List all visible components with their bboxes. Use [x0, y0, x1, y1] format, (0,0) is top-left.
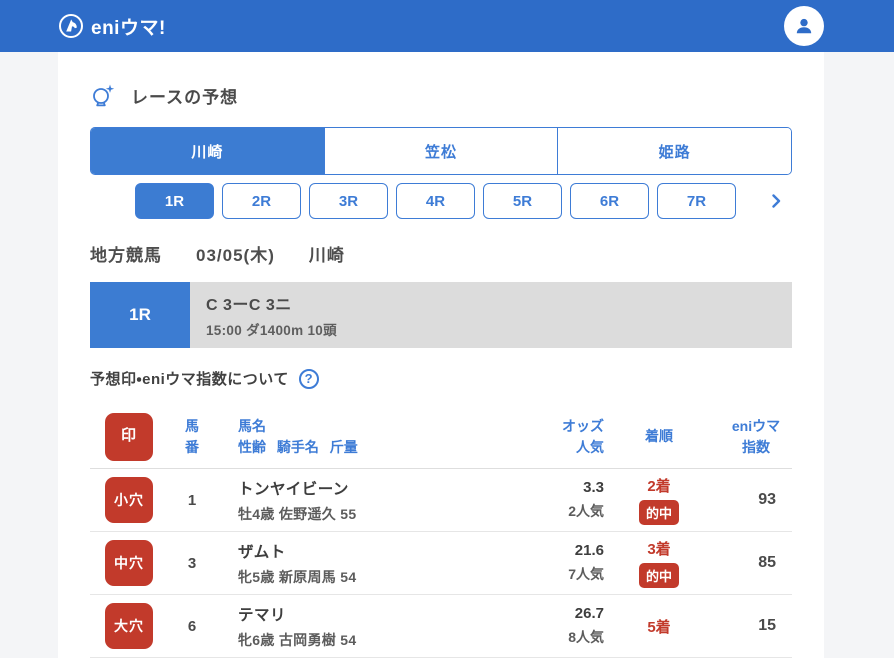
- section-header: レースの予想: [90, 82, 792, 109]
- horse-name: トンヤイビーン: [238, 480, 349, 498]
- page-title: レースの予想: [131, 88, 239, 107]
- horse-detail: 牝6歳 古岡勇樹 54: [238, 631, 357, 648]
- horse-name: ザムト: [238, 543, 286, 561]
- venue-tab-himeji[interactable]: 姫路: [557, 128, 791, 174]
- odds-value: 3.3: [583, 479, 604, 496]
- header-horse-number: 馬 番: [185, 417, 199, 455]
- race-tab-6r[interactable]: 6R: [570, 183, 649, 219]
- eniuma-index-value: 15: [758, 617, 776, 634]
- horse-number: 3: [187, 554, 197, 572]
- mark-header-badge: 印: [105, 412, 153, 461]
- hit-badge: 的中: [638, 500, 679, 525]
- popularity: 7人気: [568, 566, 604, 582]
- header-odds: オッズ 人気: [562, 417, 604, 455]
- avatar-button[interactable]: [784, 6, 824, 46]
- venue-tab-kasamatsu[interactable]: 笠松: [323, 128, 558, 174]
- popularity: 2人気: [568, 503, 604, 519]
- table-header-row: 印 馬 番 馬名 性齢 騎手名 斤量 オッズ 人気 着順 eniウマ 指数: [90, 405, 792, 469]
- main-card: レースの予想 川崎 笠松 姫路 1R 2R 3R 4R 5R 6R 7R 地方競…: [58, 52, 824, 658]
- race-tab-4r[interactable]: 4R: [396, 183, 475, 219]
- prediction-mark-badge: 中穴: [105, 540, 153, 586]
- crystal-ball-icon: [90, 82, 117, 109]
- race-description: C 3ーC 3ニ 15:00 ダ1400m 10頭: [190, 282, 792, 348]
- race-category: 地方競馬: [90, 246, 162, 265]
- race-number-badge: 1R: [90, 282, 190, 348]
- horse-number: 6: [187, 617, 197, 635]
- header-rank: 着順: [645, 428, 673, 444]
- venue-tabs: 川崎 笠松 姫路: [90, 127, 792, 175]
- table-row[interactable]: 小穴 1 トンヤイビーン 牡4歳 佐野遥久 55 3.3 2人気 2着 的中 9…: [90, 469, 792, 532]
- eniuma-index-value: 93: [758, 491, 776, 508]
- odds-value: 21.6: [574, 542, 604, 559]
- eniuma-index-value: 85: [758, 554, 776, 571]
- header-mark: 印: [90, 412, 168, 461]
- horse-name: テマリ: [238, 606, 287, 624]
- chevron-right-icon: [769, 194, 783, 208]
- popularity: 8人気: [568, 629, 604, 645]
- horse-logo-icon: [58, 13, 84, 39]
- table-row[interactable]: 中穴 3 ザムト 牝5歳 新原周馬 54 21.6 7人気 3着 的中 85: [90, 532, 792, 595]
- race-tab-1r[interactable]: 1R: [135, 183, 214, 219]
- race-tab-7r[interactable]: 7R: [657, 183, 736, 219]
- race-info-banner: 1R C 3ーC 3ニ 15:00 ダ1400m 10頭: [90, 282, 792, 348]
- user-icon: [793, 15, 815, 37]
- prediction-mark-badge: 大穴: [105, 603, 153, 649]
- odds-value: 26.7: [574, 605, 604, 622]
- finish-rank: 2着: [647, 478, 671, 495]
- navbar: eniウマ!: [0, 0, 894, 52]
- finish-rank: 3着: [647, 541, 671, 558]
- race-tab-5r[interactable]: 5R: [483, 183, 562, 219]
- horse-detail: 牡4歳 佐野遥久 55: [238, 505, 357, 522]
- prediction-mark-badge: 小穴: [105, 477, 153, 523]
- horse-number: 1: [187, 491, 197, 509]
- race-tab-3r[interactable]: 3R: [309, 183, 388, 219]
- race-venue: 川崎: [308, 246, 345, 265]
- table-row[interactable]: 大穴 6 テマリ 牝6歳 古岡勇樹 54 26.7 8人気 5着 15: [90, 595, 792, 658]
- about-index-link[interactable]: 予想印・eniウマ指数について ?: [90, 368, 792, 389]
- finish-rank: 5着: [647, 618, 671, 636]
- venue-tab-kawasaki[interactable]: 川崎: [91, 128, 324, 174]
- prediction-table: 印 馬 番 馬名 性齢 騎手名 斤量 オッズ 人気 着順 eniウマ 指数 小穴: [90, 405, 792, 658]
- header-horse-name: 馬名 性齢 騎手名 斤量: [238, 417, 358, 455]
- race-date: 03/05(木): [196, 246, 275, 265]
- race-meta: 地方競馬 03/05(木) 川崎: [90, 241, 792, 266]
- header-eniuma-index: eniウマ 指数: [731, 417, 781, 455]
- app-logo[interactable]: eniウマ!: [58, 13, 166, 40]
- horse-detail: 牝5歳 新原周馬 54: [238, 568, 357, 585]
- race-number-tabs: 1R 2R 3R 4R 5R 6R 7R: [90, 183, 792, 219]
- about-index-label: 予想印・eniウマ指数について: [90, 371, 289, 388]
- race-conditions: 15:00 ダ1400m 10頭: [206, 323, 337, 338]
- next-races-button[interactable]: [764, 189, 788, 213]
- logo-text: eniウマ!: [91, 17, 166, 39]
- help-icon[interactable]: ?: [298, 368, 319, 389]
- hit-badge: 的中: [638, 563, 679, 588]
- race-title: C 3ーC 3ニ: [206, 297, 292, 314]
- race-tab-2r[interactable]: 2R: [222, 183, 301, 219]
